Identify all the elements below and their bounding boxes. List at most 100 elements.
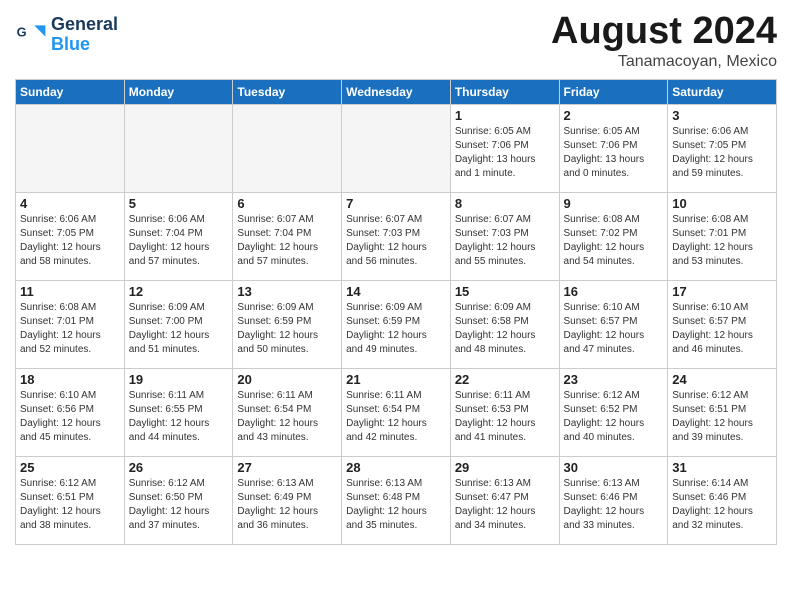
calendar-cell: 23 Sunrise: 6:12 AM Sunset: 6:52 PM Dayli… — [559, 369, 668, 457]
day-info: Sunrise: 6:13 AM Sunset: 6:49 PM Dayligh… — [237, 477, 337, 533]
day-info: Sunrise: 6:11 AM Sunset: 6:54 PM Dayligh… — [346, 389, 446, 445]
weekday-header-thursday: Thursday — [450, 80, 559, 105]
day-info: Sunrise: 6:08 AM Sunset: 7:01 PM Dayligh… — [20, 301, 120, 357]
day-info: Sunrise: 6:06 AM Sunset: 7:05 PM Dayligh… — [672, 125, 772, 181]
calendar-cell: 29 Sunrise: 6:13 AM Sunset: 6:47 PM Dayli… — [450, 457, 559, 545]
day-info: Sunrise: 6:06 AM Sunset: 7:04 PM Dayligh… — [129, 213, 229, 269]
day-number: 20 — [237, 372, 337, 387]
day-info: Sunrise: 6:10 AM Sunset: 6:56 PM Dayligh… — [20, 389, 120, 445]
day-number: 19 — [129, 372, 229, 387]
weekday-header-wednesday: Wednesday — [342, 80, 451, 105]
day-number: 6 — [237, 196, 337, 211]
day-number: 2 — [564, 108, 664, 123]
day-number: 26 — [129, 460, 229, 475]
calendar-cell: 26 Sunrise: 6:12 AM Sunset: 6:50 PM Dayli… — [124, 457, 233, 545]
day-info: Sunrise: 6:05 AM Sunset: 7:06 PM Dayligh… — [564, 125, 664, 181]
calendar-cell: 9Sunrise: 6:08 AM Sunset: 7:02 PM Daylig… — [559, 193, 668, 281]
weekday-header-sunday: Sunday — [16, 80, 125, 105]
calendar-cell: 15Sunrise: 6:09 AM Sunset: 6:58 PM Dayli… — [450, 281, 559, 369]
day-info: Sunrise: 6:13 AM Sunset: 6:47 PM Dayligh… — [455, 477, 555, 533]
calendar-cell: 21 Sunrise: 6:11 AM Sunset: 6:54 PM Dayli… — [342, 369, 451, 457]
location-title: Tanamacoyan, Mexico — [551, 53, 777, 71]
calendar-cell: 2 Sunrise: 6:05 AM Sunset: 7:06 PM Daylig… — [559, 105, 668, 193]
day-info: Sunrise: 6:07 AM Sunset: 7:04 PM Dayligh… — [237, 213, 337, 269]
day-info: Sunrise: 6:10 AM Sunset: 6:57 PM Dayligh… — [564, 301, 664, 357]
day-info: Sunrise: 6:12 AM Sunset: 6:50 PM Dayligh… — [129, 477, 229, 533]
calendar-cell: 20 Sunrise: 6:11 AM Sunset: 6:54 PM Dayli… — [233, 369, 342, 457]
day-info: Sunrise: 6:14 AM Sunset: 6:46 PM Dayligh… — [672, 477, 772, 533]
day-number: 28 — [346, 460, 446, 475]
day-number: 21 — [346, 372, 446, 387]
day-number: 24 — [672, 372, 772, 387]
day-number: 10 — [672, 196, 772, 211]
calendar-cell: 19 Sunrise: 6:11 AM Sunset: 6:55 PM Dayli… — [124, 369, 233, 457]
calendar-cell: 10 Sunrise: 6:08 AM Sunset: 7:01 PM Dayli… — [668, 193, 777, 281]
day-number: 29 — [455, 460, 555, 475]
day-number: 8 — [455, 196, 555, 211]
calendar-week-1: 1 Sunrise: 6:05 AM Sunset: 7:06 PM Daylig… — [16, 105, 777, 193]
day-number: 23 — [564, 372, 664, 387]
logo-line1: General — [51, 15, 118, 35]
day-info: Sunrise: 6:08 AM Sunset: 7:01 PM Dayligh… — [672, 213, 772, 269]
calendar-cell: 12 Sunrise: 6:09 AM Sunset: 7:00 PM Dayli… — [124, 281, 233, 369]
calendar-cell: 8 Sunrise: 6:07 AM Sunset: 7:03 PM Daylig… — [450, 193, 559, 281]
month-title: August 2024 — [551, 10, 777, 53]
calendar-cell: 17Sunrise: 6:10 AM Sunset: 6:57 PM Dayli… — [668, 281, 777, 369]
day-info: Sunrise: 6:12 AM Sunset: 6:52 PM Dayligh… — [564, 389, 664, 445]
day-number: 16 — [564, 284, 664, 299]
calendar-cell — [233, 105, 342, 193]
weekday-header-tuesday: Tuesday — [233, 80, 342, 105]
calendar-week-3: 11 Sunrise: 6:08 AM Sunset: 7:01 PM Dayli… — [16, 281, 777, 369]
calendar-cell: 5Sunrise: 6:06 AM Sunset: 7:04 PM Daylig… — [124, 193, 233, 281]
calendar-cell — [342, 105, 451, 193]
weekday-header-friday: Friday — [559, 80, 668, 105]
day-number: 9 — [564, 196, 664, 211]
logo-text: General Blue — [51, 15, 118, 55]
calendar-cell: 18 Sunrise: 6:10 AM Sunset: 6:56 PM Dayli… — [16, 369, 125, 457]
day-number: 14 — [346, 284, 446, 299]
day-number: 25 — [20, 460, 120, 475]
day-number: 3 — [672, 108, 772, 123]
calendar-cell: 24Sunrise: 6:12 AM Sunset: 6:51 PM Dayli… — [668, 369, 777, 457]
day-info: Sunrise: 6:11 AM Sunset: 6:55 PM Dayligh… — [129, 389, 229, 445]
calendar-cell: 1Sunrise: 6:05 AM Sunset: 7:06 PM Daylig… — [450, 105, 559, 193]
calendar-cell: 7 Sunrise: 6:07 AM Sunset: 7:03 PM Daylig… — [342, 193, 451, 281]
calendar-cell: 4Sunrise: 6:06 AM Sunset: 7:05 PM Daylig… — [16, 193, 125, 281]
day-info: Sunrise: 6:07 AM Sunset: 7:03 PM Dayligh… — [346, 213, 446, 269]
day-number: 27 — [237, 460, 337, 475]
weekday-header-saturday: Saturday — [668, 80, 777, 105]
day-info: Sunrise: 6:13 AM Sunset: 6:46 PM Dayligh… — [564, 477, 664, 533]
calendar-cell: 25 Sunrise: 6:12 AM Sunset: 6:51 PM Dayli… — [16, 457, 125, 545]
day-number: 30 — [564, 460, 664, 475]
day-number: 22 — [455, 372, 555, 387]
calendar-cell: 3 Sunrise: 6:06 AM Sunset: 7:05 PM Daylig… — [668, 105, 777, 193]
day-number: 1 — [455, 108, 555, 123]
day-info: Sunrise: 6:10 AM Sunset: 6:57 PM Dayligh… — [672, 301, 772, 357]
day-number: 4 — [20, 196, 120, 211]
day-info: Sunrise: 6:09 AM Sunset: 6:59 PM Dayligh… — [237, 301, 337, 357]
day-number: 7 — [346, 196, 446, 211]
day-number: 31 — [672, 460, 772, 475]
logo-icon: G — [15, 19, 47, 51]
header: G General Blue August 2024 Tanamacoyan, … — [15, 10, 777, 71]
calendar-cell — [124, 105, 233, 193]
calendar-cell: 22 Sunrise: 6:11 AM Sunset: 6:53 PM Dayli… — [450, 369, 559, 457]
day-info: Sunrise: 6:11 AM Sunset: 6:53 PM Dayligh… — [455, 389, 555, 445]
day-info: Sunrise: 6:09 AM Sunset: 6:59 PM Dayligh… — [346, 301, 446, 357]
day-info: Sunrise: 6:07 AM Sunset: 7:03 PM Dayligh… — [455, 213, 555, 269]
day-number: 11 — [20, 284, 120, 299]
calendar-week-4: 18 Sunrise: 6:10 AM Sunset: 6:56 PM Dayli… — [16, 369, 777, 457]
day-info: Sunrise: 6:12 AM Sunset: 6:51 PM Dayligh… — [20, 477, 120, 533]
day-number: 12 — [129, 284, 229, 299]
day-number: 18 — [20, 372, 120, 387]
calendar-cell: 11 Sunrise: 6:08 AM Sunset: 7:01 PM Dayli… — [16, 281, 125, 369]
title-area: August 2024 Tanamacoyan, Mexico — [551, 10, 777, 71]
weekday-header-row: SundayMondayTuesdayWednesdayThursdayFrid… — [16, 80, 777, 105]
day-number: 13 — [237, 284, 337, 299]
day-info: Sunrise: 6:11 AM Sunset: 6:54 PM Dayligh… — [237, 389, 337, 445]
day-number: 15 — [455, 284, 555, 299]
weekday-header-monday: Monday — [124, 80, 233, 105]
calendar-cell: 6 Sunrise: 6:07 AM Sunset: 7:04 PM Daylig… — [233, 193, 342, 281]
day-info: Sunrise: 6:09 AM Sunset: 7:00 PM Dayligh… — [129, 301, 229, 357]
calendar-cell: 14 Sunrise: 6:09 AM Sunset: 6:59 PM Dayli… — [342, 281, 451, 369]
